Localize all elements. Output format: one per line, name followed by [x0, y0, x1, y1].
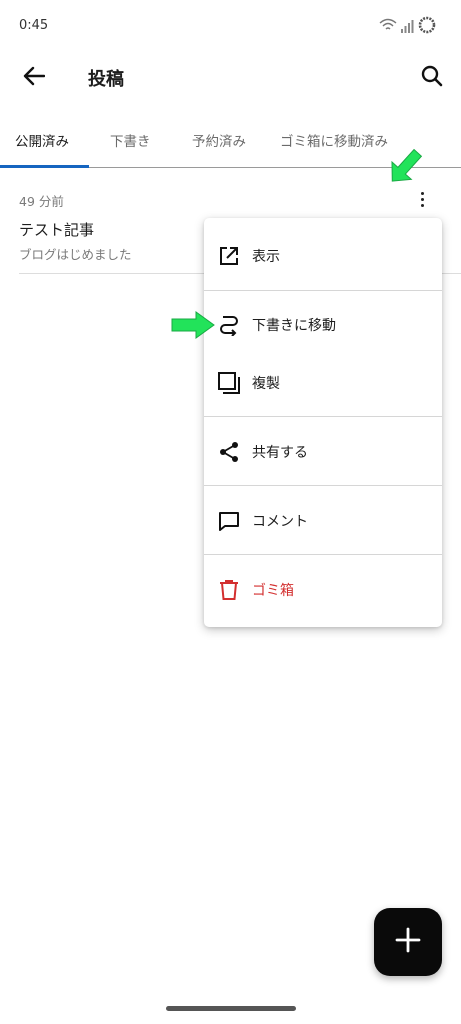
plus-icon	[395, 927, 421, 957]
search-button[interactable]	[418, 64, 446, 92]
annotation-arrow-icon	[388, 146, 423, 192]
divider	[204, 485, 442, 486]
home-indicator	[166, 1006, 296, 1011]
tab-published[interactable]: 公開済み	[15, 130, 69, 150]
move-to-draft-icon	[217, 313, 241, 337]
post-context-menu: 表示 下書きに移動 複製 共有する コメント ゴミ箱	[204, 218, 442, 627]
divider	[204, 554, 442, 555]
divider	[204, 416, 442, 417]
share-icon	[217, 440, 241, 464]
add-post-button[interactable]	[374, 908, 442, 976]
wifi-icon	[379, 17, 397, 37]
tab-drafts[interactable]: 下書き	[110, 130, 151, 150]
post-time: 49 分前	[19, 194, 64, 209]
status-time: 0:45	[19, 18, 49, 33]
trash-icon	[217, 578, 241, 602]
post-title: テスト記事	[19, 221, 95, 239]
external-link-icon	[217, 244, 241, 268]
menu-item-label: 下書きに移動	[252, 318, 336, 334]
app-bar: 投稿	[0, 52, 461, 104]
status-icons	[379, 15, 437, 39]
menu-item-share[interactable]: 共有する	[204, 428, 442, 476]
menu-item-label: ゴミ箱	[252, 583, 294, 599]
page-title: 投稿	[88, 69, 124, 90]
menu-item-trash[interactable]: ゴミ箱	[204, 566, 442, 614]
menu-item-comment[interactable]: コメント	[204, 497, 442, 545]
tab-scheduled[interactable]: 予約済み	[192, 130, 246, 150]
arrow-left-icon	[23, 66, 46, 90]
signal-icon	[400, 18, 414, 37]
menu-item-label: コメント	[252, 514, 308, 530]
battery-icon	[417, 15, 437, 39]
menu-item-view[interactable]: 表示	[204, 232, 442, 280]
menu-item-label: 複製	[252, 376, 280, 392]
status-bar: 0:45	[0, 0, 461, 52]
menu-item-duplicate[interactable]: 複製	[204, 359, 442, 407]
annotation-arrow-icon	[170, 310, 216, 344]
menu-item-label: 共有する	[252, 445, 308, 461]
post-excerpt: ブログはじめました	[19, 247, 132, 262]
duplicate-icon	[217, 371, 241, 395]
search-icon	[421, 65, 443, 91]
tab-indicator	[0, 165, 89, 168]
divider	[204, 290, 442, 291]
menu-item-move-to-draft[interactable]: 下書きに移動	[204, 301, 442, 349]
back-button[interactable]	[20, 64, 48, 92]
tab-trashed[interactable]: ゴミ箱に移動済み	[280, 130, 388, 150]
menu-item-label: 表示	[252, 249, 280, 265]
comment-icon	[217, 509, 241, 533]
